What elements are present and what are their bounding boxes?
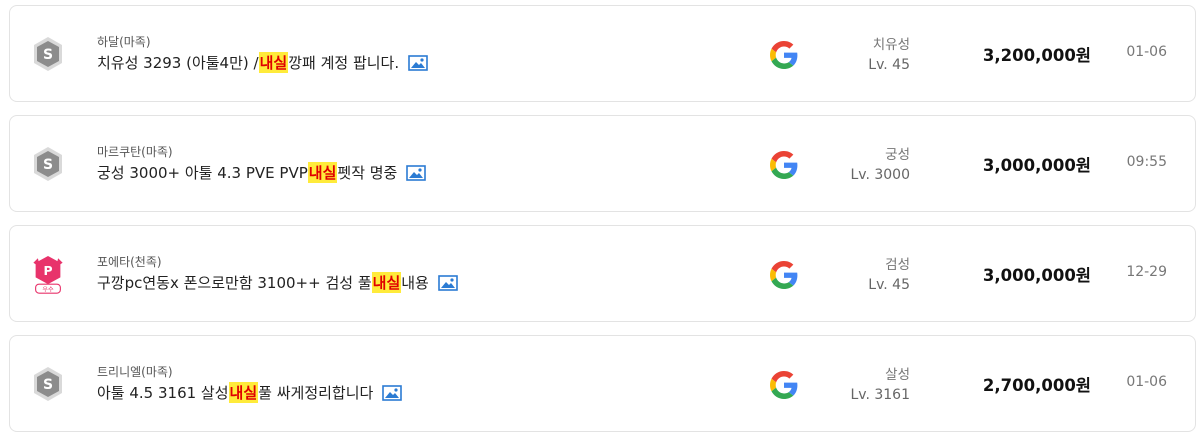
svg-text:S: S [43, 157, 53, 173]
title-highlight: 내실 [371, 272, 402, 293]
price: 3,200,000원 [982, 46, 1091, 65]
listing-row[interactable]: P 우수 포에타(천족) 구깡pc연동x 폰으로만함 3100++ 검성 풀 내실… [9, 225, 1196, 322]
image-icon [382, 384, 403, 401]
server-name: 하달(마족) [97, 35, 151, 49]
svg-text:S: S [43, 377, 53, 393]
server-name: 포에타(천족) [97, 255, 162, 269]
server-name: 마르쿠탄(마족) [97, 145, 173, 159]
price: 2,700,000원 [982, 376, 1091, 395]
title-text: 구깡pc연동x 폰으로만함 3100++ 검성 풀 [97, 274, 372, 292]
image-icon [406, 164, 427, 181]
character-class: 검성 [885, 257, 910, 273]
post-date: 01-06 [1126, 374, 1167, 390]
badge-label: 우수 [42, 286, 54, 293]
post-date: 09:55 [1126, 154, 1167, 170]
title-highlight: 내실 [307, 162, 338, 183]
image-icon [408, 54, 428, 71]
title-text: 풀 싸게정리합니다 [258, 384, 374, 402]
listing-row[interactable]: S 트리니엘(마족) 아툴 4.5 3161 살성 내실 풀 싸게정리합니다 살성… [9, 335, 1196, 432]
title-text: 내용 [401, 274, 429, 292]
character-level: Lv. 3161 [850, 387, 910, 403]
google-icon [770, 261, 798, 289]
price: 3,000,000원 [982, 266, 1091, 285]
character-class: 치유성 [872, 37, 910, 53]
character-level: Lv. 3000 [850, 167, 910, 183]
title-text: 치유성 3293 (아툴4만) / [97, 54, 259, 72]
title-text: 궁성 3000+ 아툴 4.3 PVE PVP [97, 164, 308, 182]
s-badge-icon: S [34, 147, 62, 181]
post-date: 01-06 [1126, 44, 1167, 60]
s-badge-icon: S [34, 37, 62, 71]
google-icon [770, 371, 798, 399]
title-text: 깡패 계정 팝니다. [288, 54, 400, 72]
post-date: 12-29 [1126, 264, 1167, 280]
character-level: Lv. 45 [868, 277, 910, 293]
google-icon [770, 151, 798, 179]
svg-text:P: P [43, 264, 52, 278]
google-icon [770, 41, 798, 69]
svg-text:S: S [43, 47, 53, 63]
price: 3,000,000원 [982, 156, 1091, 175]
character-level: Lv. 45 [868, 57, 910, 73]
listing-title[interactable]: 아툴 4.5 3161 살성 내실 풀 싸게정리합니다 [97, 382, 403, 403]
listing-title[interactable]: 치유성 3293 (아툴4만) / 내실 깡패 계정 팝니다. [97, 52, 428, 73]
premium-seller-icon: P 우수 [33, 256, 63, 294]
character-class: 궁성 [885, 147, 910, 163]
listing-row[interactable]: S 마르쿠탄(마족) 궁성 3000+ 아툴 4.3 PVE PVP 내실 펫작… [9, 115, 1196, 212]
title-highlight: 내실 [228, 382, 259, 403]
image-icon [438, 274, 458, 291]
s-badge-icon: S [34, 367, 62, 401]
title-text: 아툴 4.5 3161 살성 [97, 384, 229, 402]
title-text: 펫작 명중 [337, 164, 398, 182]
listing-list: S 하달(마족) 치유성 3293 (아툴4만) / 내실 깡패 계정 팝니다. … [0, 0, 1203, 439]
listing-title[interactable]: 구깡pc연동x 폰으로만함 3100++ 검성 풀 내실 내용 [97, 272, 458, 293]
server-name: 트리니엘(마족) [97, 365, 173, 379]
title-highlight: 내실 [258, 52, 289, 73]
listing-row[interactable]: S 하달(마족) 치유성 3293 (아툴4만) / 내실 깡패 계정 팝니다. … [9, 5, 1196, 102]
listing-title[interactable]: 궁성 3000+ 아툴 4.3 PVE PVP 내실 펫작 명중 [97, 162, 427, 183]
character-class: 살성 [885, 367, 910, 383]
